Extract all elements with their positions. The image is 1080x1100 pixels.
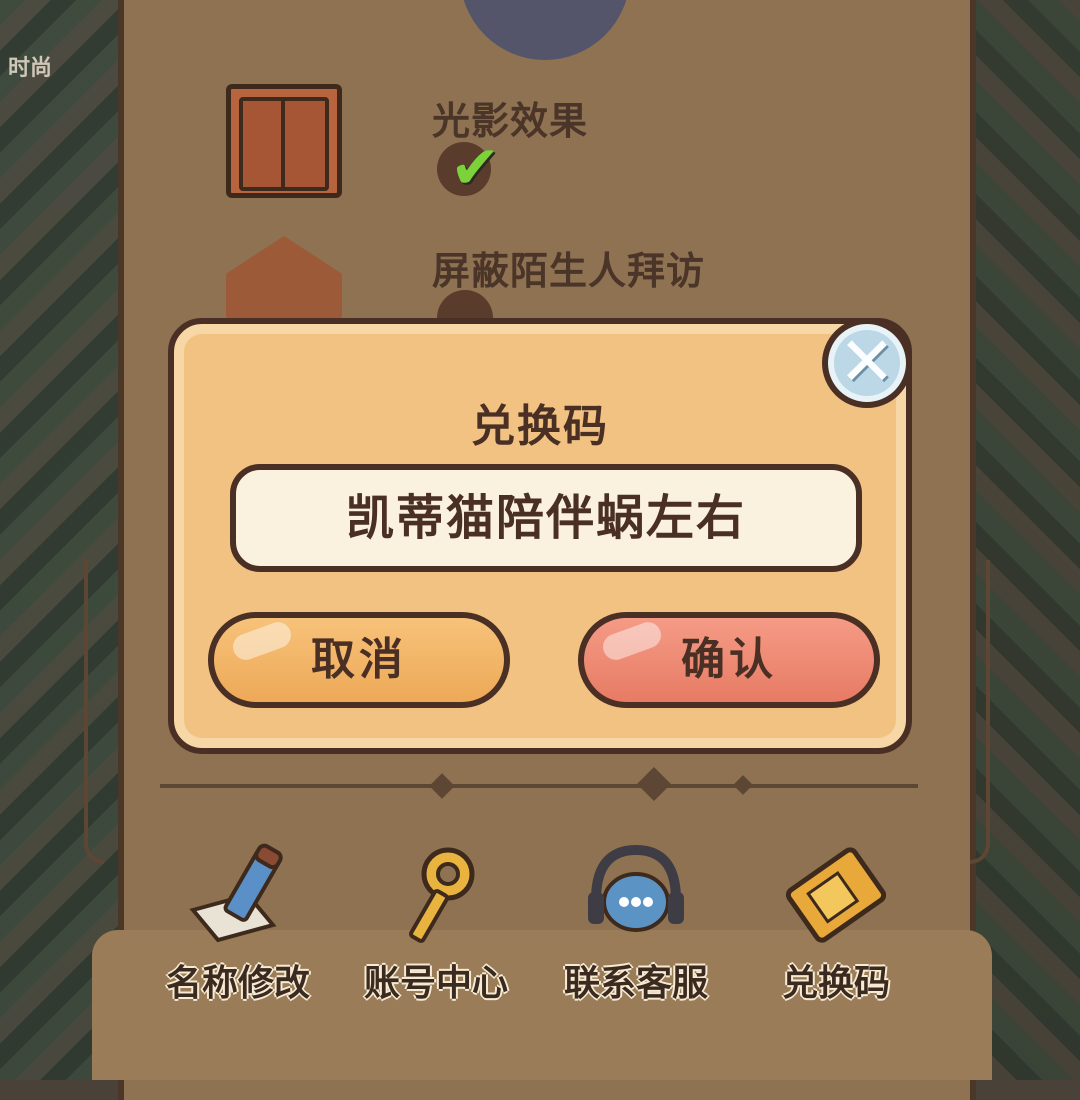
close-icon: ✕ <box>838 323 896 402</box>
redeem-code-input[interactable]: 凯蒂猫陪伴蜗左右 <box>230 464 862 572</box>
confirm-button[interactable]: 确认 <box>578 612 880 708</box>
redeem-code-dialog: 兑换码 凯蒂猫陪伴蜗左右 取消 确认 <box>168 318 912 754</box>
close-dialog-button[interactable]: ✕ <box>822 318 912 408</box>
cancel-button[interactable]: 取消 <box>208 612 510 708</box>
dialog-title: 兑换码 <box>471 401 609 452</box>
